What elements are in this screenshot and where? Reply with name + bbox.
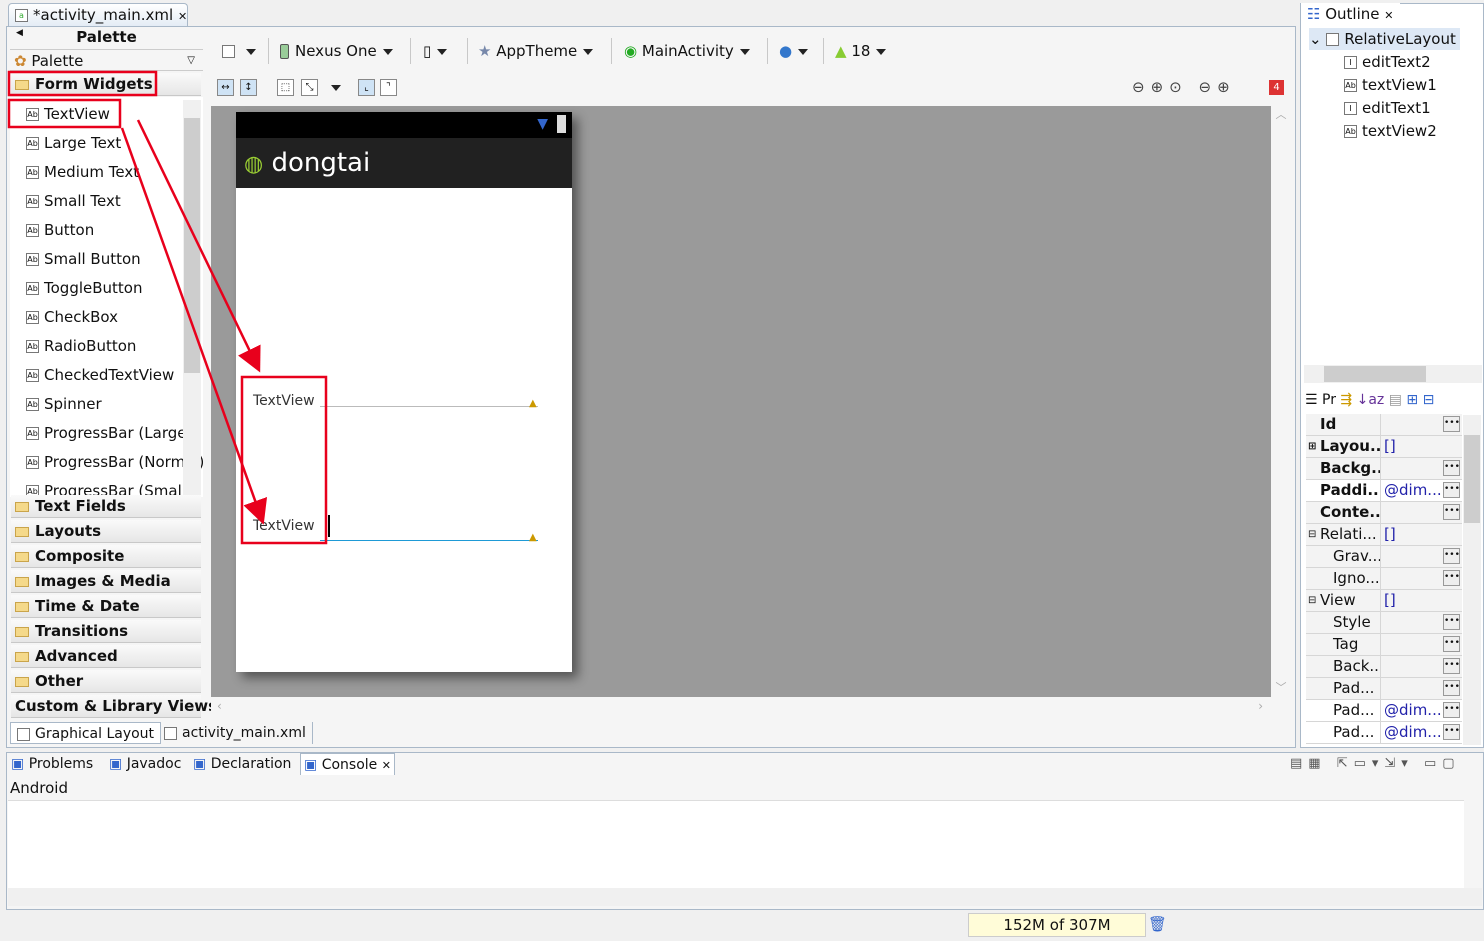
- annotation-box-form-widgets: [7, 70, 158, 97]
- annotation-box-textview: [7, 98, 122, 129]
- annotation-box-canvas: [240, 375, 328, 545]
- annotation-arrow-1: [136, 119, 261, 373]
- annotation-overlay: [7, 70, 328, 545]
- annotation-arrow-2: [120, 127, 268, 525]
